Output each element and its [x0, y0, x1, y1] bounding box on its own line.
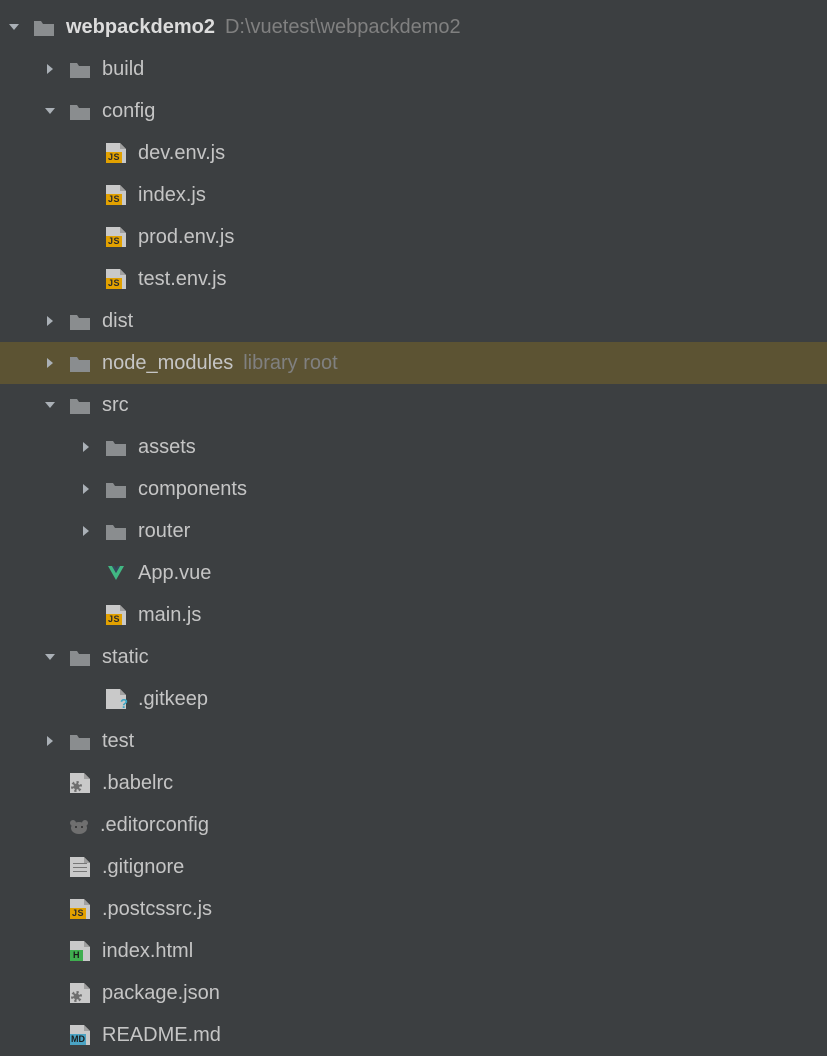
- tree-label: dist: [102, 310, 133, 333]
- tree-label: components: [138, 478, 247, 501]
- tree-row-gitkeep[interactable]: ? .gitkeep: [0, 678, 827, 720]
- tree-label: assets: [138, 436, 196, 459]
- folder-icon: [68, 646, 92, 668]
- expand-arrow-icon[interactable]: [44, 399, 64, 411]
- tree-label: index.js: [138, 184, 206, 207]
- expand-arrow-icon[interactable]: [44, 63, 64, 75]
- expand-arrow-icon[interactable]: [80, 525, 100, 537]
- tree-row-dist[interactable]: dist: [0, 300, 827, 342]
- tree-row-prod-env-js[interactable]: JS prod.env.js: [0, 216, 827, 258]
- vue-file-icon: [104, 562, 128, 584]
- tree-label: index.html: [102, 940, 193, 963]
- tree-label: .postcssrc.js: [102, 898, 212, 921]
- tree-row-readme-md[interactable]: MD README.md: [0, 1014, 827, 1056]
- tree-label: config: [102, 100, 155, 123]
- expand-arrow-icon[interactable]: [8, 21, 28, 33]
- tree-row-build[interactable]: build: [0, 48, 827, 90]
- tree-label: .babelrc: [102, 772, 173, 795]
- js-file-icon: JS: [104, 184, 128, 206]
- folder-icon: [68, 58, 92, 80]
- unknown-file-icon: ?: [104, 688, 128, 710]
- tree-label: test.env.js: [138, 268, 227, 291]
- tree-label: App.vue: [138, 562, 211, 585]
- tree-label: build: [102, 58, 144, 81]
- library-root-hint: library root: [243, 352, 337, 375]
- text-file-icon: [68, 856, 92, 878]
- tree-row-router[interactable]: router: [0, 510, 827, 552]
- tree-label: node_modules: [102, 352, 233, 375]
- tree-label: .editorconfig: [100, 814, 209, 837]
- js-file-icon: JS: [104, 142, 128, 164]
- tree-label: package.json: [102, 982, 220, 1005]
- tree-label: .gitkeep: [138, 688, 208, 711]
- tree-label: main.js: [138, 604, 201, 627]
- js-file-icon: JS: [104, 268, 128, 290]
- tree-row-node-modules[interactable]: node_modules library root: [0, 342, 827, 384]
- expand-arrow-icon[interactable]: [44, 315, 64, 327]
- tree-label: .gitignore: [102, 856, 184, 879]
- tree-label: src: [102, 394, 129, 417]
- html-file-icon: H: [68, 940, 92, 962]
- tree-row-components[interactable]: components: [0, 468, 827, 510]
- tree-row-dev-env-js[interactable]: JS dev.env.js: [0, 132, 827, 174]
- tree-row-src[interactable]: src: [0, 384, 827, 426]
- expand-arrow-icon[interactable]: [44, 651, 64, 663]
- expand-arrow-icon[interactable]: [44, 735, 64, 747]
- tree-row-assets[interactable]: assets: [0, 426, 827, 468]
- tree-row-test[interactable]: test: [0, 720, 827, 762]
- expand-arrow-icon[interactable]: [44, 357, 64, 369]
- folder-icon: [68, 394, 92, 416]
- tree-path-hint: D:\vuetest\webpackdemo2: [225, 16, 461, 39]
- project-tree[interactable]: webpackdemo2 D:\vuetest\webpackdemo2 bui…: [0, 0, 827, 1056]
- folder-icon: [104, 478, 128, 500]
- tree-label: static: [102, 646, 149, 669]
- folder-icon: [68, 310, 92, 332]
- tree-row-app-vue[interactable]: App.vue: [0, 552, 827, 594]
- js-file-icon: JS: [104, 226, 128, 248]
- tree-label: test: [102, 730, 134, 753]
- tree-row-babelrc[interactable]: .babelrc: [0, 762, 827, 804]
- tree-row-test-env-js[interactable]: JS test.env.js: [0, 258, 827, 300]
- tree-row-index-js[interactable]: JS index.js: [0, 174, 827, 216]
- tree-row-root[interactable]: webpackdemo2 D:\vuetest\webpackdemo2: [0, 6, 827, 48]
- tree-row-config[interactable]: config: [0, 90, 827, 132]
- folder-icon: [104, 436, 128, 458]
- tree-label: router: [138, 520, 190, 543]
- tree-label: webpackdemo2: [66, 16, 215, 39]
- tree-row-static[interactable]: static: [0, 636, 827, 678]
- tree-label: dev.env.js: [138, 142, 225, 165]
- folder-icon: [68, 730, 92, 752]
- config-file-icon: [68, 982, 92, 1004]
- expand-arrow-icon[interactable]: [80, 441, 100, 453]
- tree-row-main-js[interactable]: JS main.js: [0, 594, 827, 636]
- js-file-icon: JS: [104, 604, 128, 626]
- tree-label: README.md: [102, 1024, 221, 1047]
- tree-label: prod.env.js: [138, 226, 234, 249]
- tree-row-package-json[interactable]: package.json: [0, 972, 827, 1014]
- editorconfig-icon: [68, 815, 90, 835]
- tree-row-editorconfig[interactable]: .editorconfig: [0, 804, 827, 846]
- js-file-icon: JS: [68, 898, 92, 920]
- tree-row-index-html[interactable]: H index.html: [0, 930, 827, 972]
- folder-icon: [68, 352, 92, 374]
- folder-icon: [32, 16, 56, 38]
- expand-arrow-icon[interactable]: [80, 483, 100, 495]
- folder-icon: [68, 100, 92, 122]
- tree-row-gitignore[interactable]: .gitignore: [0, 846, 827, 888]
- tree-row-postcssrc-js[interactable]: JS .postcssrc.js: [0, 888, 827, 930]
- folder-icon: [104, 520, 128, 542]
- config-file-icon: [68, 772, 92, 794]
- expand-arrow-icon[interactable]: [44, 105, 64, 117]
